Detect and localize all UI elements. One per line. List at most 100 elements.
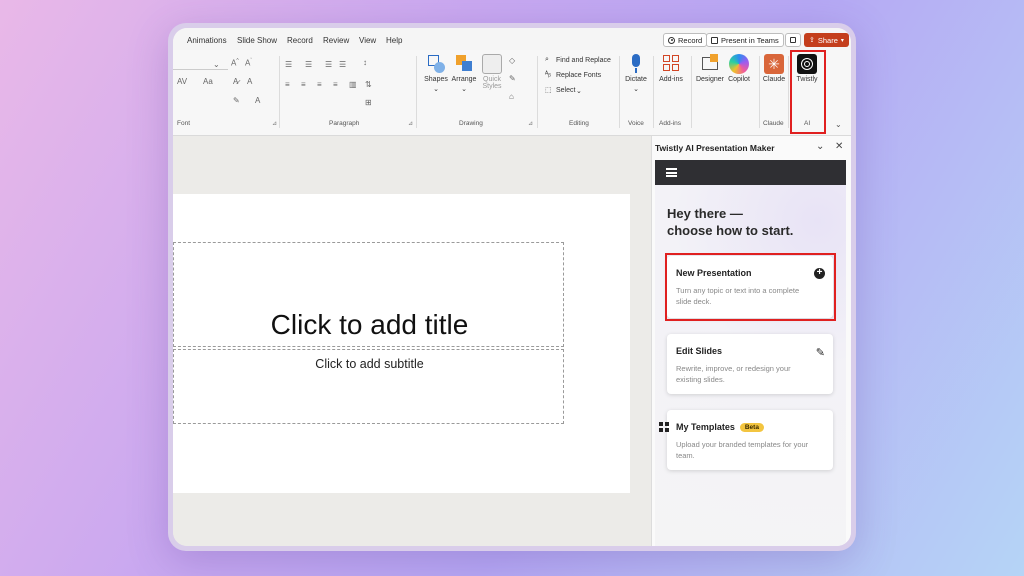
addins-label: Add-ins <box>659 76 683 83</box>
align-center-icon[interactable]: ≡ <box>301 80 306 89</box>
group-label-drawing: Drawing <box>459 120 483 127</box>
increase-indent-icon[interactable]: ☰ <box>339 60 346 69</box>
quick-styles-icon <box>482 54 502 74</box>
present-in-teams-button[interactable]: Present in Teams <box>706 33 784 47</box>
panel-header: Twistly AI Presentation Maker ⌄ ✕ <box>652 136 851 160</box>
shape-effects-icon[interactable]: ⌂ <box>509 92 514 101</box>
char-spacing-icon[interactable]: AV <box>177 77 187 86</box>
microphone-icon <box>626 54 646 74</box>
tab-record[interactable]: Record <box>287 36 313 45</box>
grid-icon <box>659 422 669 432</box>
tab-review[interactable]: Review <box>323 36 349 45</box>
dialog-launcher-icon[interactable]: ⊿ <box>408 120 413 127</box>
replace-fonts-icon[interactable]: ᴬᵦ <box>545 71 551 78</box>
subtitle-placeholder[interactable]: Click to add subtitle <box>173 349 564 424</box>
shape-outline-icon[interactable]: ✎ <box>509 74 516 83</box>
comment-icon <box>790 37 796 43</box>
font-color-icon[interactable]: A <box>255 96 260 105</box>
share-button[interactable]: ⇪ Share ▾ <box>804 33 849 47</box>
dialog-launcher-icon[interactable]: ⊿ <box>528 120 533 127</box>
divider <box>279 56 280 128</box>
addins-icon <box>661 54 681 74</box>
title-placeholder[interactable]: Click to add title <box>173 242 564 347</box>
replace-fonts-button[interactable]: Replace Fonts <box>556 72 601 79</box>
panel-title: Twistly AI Presentation Maker <box>655 143 775 153</box>
arrange-icon <box>454 54 474 74</box>
card-description: Upload your branded templates for your t… <box>676 440 809 460</box>
shapes-icon <box>426 54 446 74</box>
group-label-addins: Add-ins <box>659 120 682 127</box>
claude-button[interactable]: ✳ Claude <box>757 54 791 83</box>
divider <box>788 56 789 128</box>
justify-icon[interactable]: ≡ <box>333 80 338 89</box>
beta-badge: Beta <box>739 423 764 432</box>
powerpoint-window: Animations Slide Show Record Review View… <box>173 28 851 546</box>
bullets-icon[interactable]: ☰ <box>285 60 292 69</box>
shape-fill-icon[interactable]: ◇ <box>509 56 515 65</box>
copilot-label: Copilot <box>728 76 750 83</box>
dictate-button[interactable]: Dictate ⌄ <box>619 54 653 93</box>
designer-icon <box>700 54 720 74</box>
group-label-voice: Voice <box>628 120 644 127</box>
line-spacing-icon[interactable]: ↕ <box>363 58 367 67</box>
align-right-icon[interactable]: ≡ <box>317 80 322 89</box>
edit-slides-card[interactable]: Edit Slides ✎ Rewrite, improve, or redes… <box>667 334 833 394</box>
ribbon: ⌄ A^ Aˇ A̷ A AV Aa ✎ A Font ⊿ ☰ ☰ ☰ ☰ ↕ … <box>173 50 851 136</box>
card-title: Edit Slides <box>676 346 723 356</box>
collapse-ribbon-icon[interactable]: ⌄ <box>835 120 842 129</box>
card-title: My Templates Beta <box>676 422 764 432</box>
share-label: Share <box>817 35 838 45</box>
select-icon[interactable]: ⬚ <box>545 86 552 94</box>
tab-view[interactable]: View <box>359 36 376 45</box>
record-button[interactable]: Record <box>663 33 708 47</box>
decrease-indent-icon[interactable]: ☰ <box>325 60 332 69</box>
numbering-icon[interactable]: ☰ <box>305 60 312 69</box>
hamburger-menu-icon[interactable] <box>666 168 677 177</box>
group-label-editing: Editing <box>569 120 589 127</box>
case-icon[interactable]: Aa <box>203 77 213 86</box>
clear-format-icon[interactable]: A̷ <box>233 77 238 86</box>
present-in-teams-label: Present in Teams <box>721 35 779 45</box>
card-description: Rewrite, improve, or redesign your exist… <box>676 364 791 384</box>
quick-styles-button[interactable]: Quick Styles <box>475 54 509 90</box>
twistly-side-panel: Twistly AI Presentation Maker ⌄ ✕ Hey th… <box>651 136 851 546</box>
chevron-down-icon: ⌄ <box>633 86 639 93</box>
my-templates-card[interactable]: My Templates Beta Upload your branded tem… <box>659 410 833 470</box>
tab-slide-show[interactable]: Slide Show <box>237 36 277 45</box>
tab-help[interactable]: Help <box>386 36 402 45</box>
comments-button[interactable] <box>785 33 801 47</box>
select-button[interactable]: Select <box>556 87 575 94</box>
text-direction-icon[interactable]: ⇅ <box>365 80 372 89</box>
decrease-font-icon[interactable]: Aˇ <box>245 58 252 68</box>
chevron-down-icon[interactable]: ⌄ <box>213 60 220 69</box>
new-presentation-highlight-box <box>665 253 836 321</box>
columns-icon[interactable]: ▥ <box>349 80 357 89</box>
copilot-button[interactable]: Copilot <box>722 54 756 83</box>
tab-animations[interactable]: Animations <box>187 36 227 45</box>
align-left-icon[interactable]: ≡ <box>285 80 290 89</box>
divider <box>416 56 417 128</box>
pencil-icon: ✎ <box>815 347 825 359</box>
quick-styles-label-2: Styles <box>482 83 502 90</box>
teams-icon <box>711 36 718 44</box>
addins-button[interactable]: Add-ins <box>654 54 688 83</box>
record-label: Record <box>678 35 703 45</box>
chevron-down-icon[interactable]: ⌄ <box>816 141 824 152</box>
title-placeholder-text: Click to add title <box>270 309 469 340</box>
group-label-font: Font <box>177 120 191 127</box>
search-icon[interactable]: ⌕ <box>545 56 549 64</box>
slide-canvas-area: Click to add title Click to add subtitle <box>173 136 651 546</box>
dialog-launcher-icon[interactable]: ⊿ <box>272 120 277 127</box>
font-size-box[interactable] <box>173 58 228 70</box>
highlight-icon[interactable]: ✎ <box>233 96 240 105</box>
slide[interactable]: Click to add title Click to add subtitle <box>173 194 630 493</box>
twistly-highlight-box <box>790 50 826 134</box>
quick-styles-label-1: Quick <box>483 76 501 83</box>
record-icon <box>668 36 675 44</box>
greeting-line-2: choose how to start. <box>667 223 794 238</box>
increase-font-icon[interactable]: A^ <box>231 58 239 68</box>
close-icon[interactable]: ✕ <box>835 141 843 152</box>
text-effects-icon[interactable]: A <box>247 77 252 86</box>
convert-smartart-icon[interactable]: ⊞ <box>365 98 372 107</box>
find-replace-button[interactable]: Find and Replace <box>556 57 611 64</box>
